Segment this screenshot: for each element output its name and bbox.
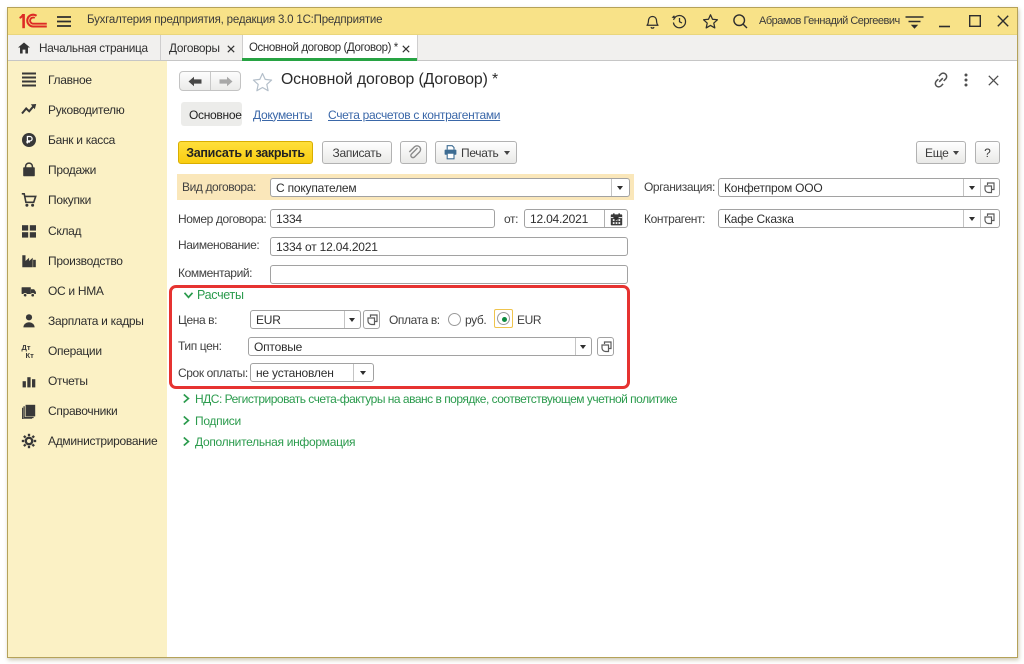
svg-text:Кт: Кт — [26, 351, 35, 359]
